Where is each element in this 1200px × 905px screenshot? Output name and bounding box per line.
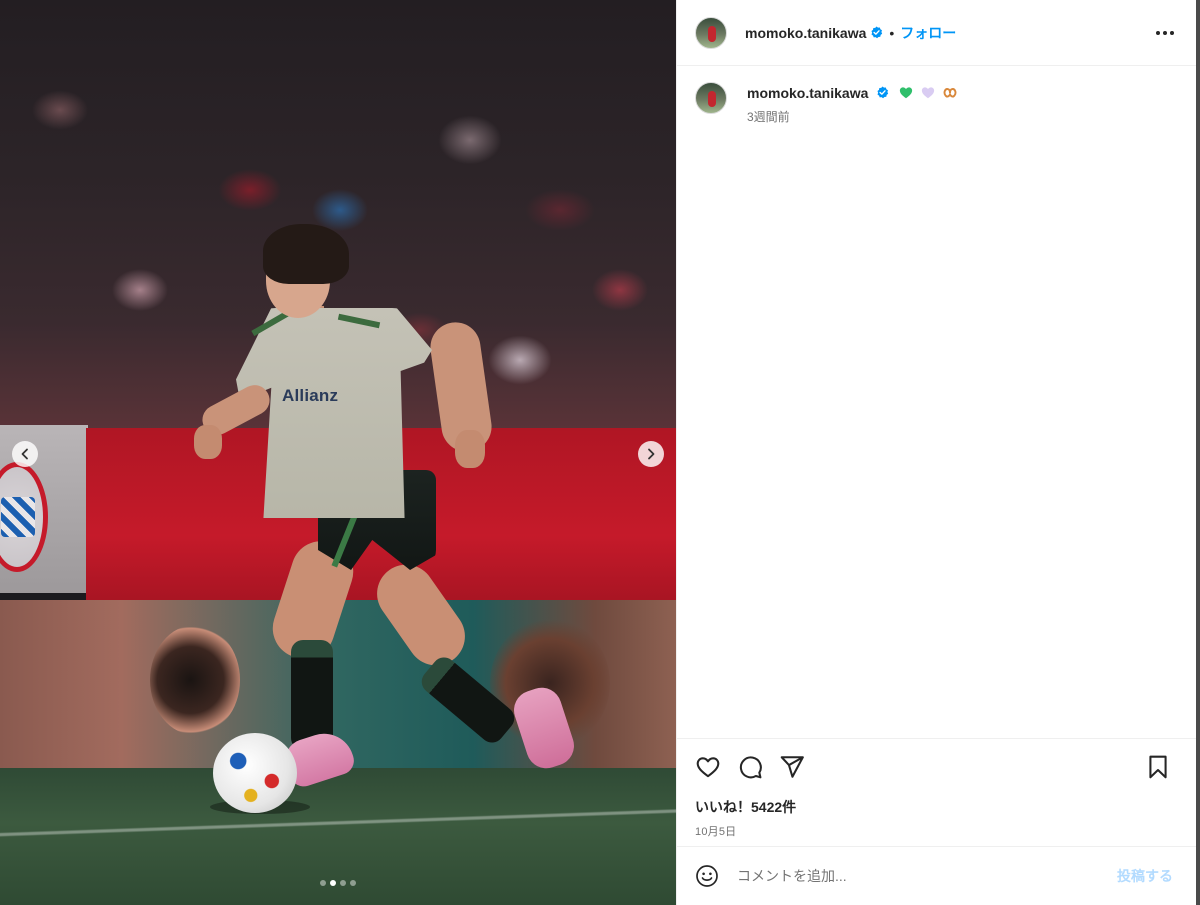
bookmark-icon	[1149, 755, 1167, 779]
carousel-next-button[interactable]	[638, 441, 664, 467]
emoji-icon[interactable]	[695, 864, 719, 888]
verified-badge-icon	[877, 86, 889, 99]
window-frame	[1196, 0, 1200, 905]
like-button[interactable]	[695, 754, 721, 780]
comment-input[interactable]	[737, 868, 1117, 884]
chevron-left-icon	[21, 448, 28, 460]
post-header: momoko.tanikawa • フォロー	[677, 0, 1196, 66]
verified-badge-icon	[871, 26, 883, 39]
save-button[interactable]	[1145, 754, 1171, 780]
comment-bar: 投稿する	[677, 846, 1197, 905]
avatar[interactable]	[695, 16, 727, 49]
player-jersey	[236, 308, 432, 518]
post-actions: いいね！5422件 10月5日	[677, 738, 1197, 846]
player-sock	[416, 652, 520, 748]
likes-count[interactable]: いいね！5422件	[695, 797, 1179, 817]
avatar[interactable]	[695, 82, 727, 114]
player-figure: Allianz	[0, 0, 676, 905]
share-icon	[780, 756, 804, 778]
carousel-dot	[320, 880, 326, 886]
share-button[interactable]	[779, 754, 805, 780]
caption-area: momoko.tanikawa 3週間前	[677, 66, 1196, 738]
username-link[interactable]: momoko.tanikawa	[745, 25, 866, 41]
post-media[interactable]: Allianz	[0, 0, 676, 905]
post-time-ago: 3週間前	[747, 110, 790, 124]
header-separator: •	[889, 24, 895, 41]
post-comment-button[interactable]: 投稿する	[1117, 866, 1173, 886]
player-hand	[194, 425, 222, 459]
comment-icon	[739, 756, 762, 779]
carousel-prev-button[interactable]	[12, 441, 38, 467]
carousel-dot	[340, 880, 346, 886]
light-purple-heart-icon	[921, 87, 935, 99]
carousel-dot	[330, 880, 336, 886]
player-boot	[508, 682, 580, 774]
chevron-right-icon	[648, 448, 655, 460]
soccer-ball	[213, 733, 297, 813]
player-leg	[365, 553, 477, 677]
pretzel-icon	[943, 88, 957, 98]
post-side-panel: momoko.tanikawa • フォロー momoko.tanikawa 3…	[676, 0, 1197, 905]
heart-icon	[696, 757, 720, 778]
comment-button[interactable]	[737, 754, 763, 780]
caption-line: momoko.tanikawa	[747, 84, 957, 102]
player-hand	[455, 430, 485, 468]
player-hair	[263, 224, 349, 284]
carousel-indicator	[320, 880, 356, 886]
jersey-sponsor: Allianz	[282, 386, 339, 405]
more-options-icon[interactable]	[1156, 24, 1176, 42]
carousel-dot	[350, 880, 356, 886]
caption-username-link[interactable]: momoko.tanikawa	[747, 85, 868, 101]
green-heart-icon	[900, 87, 913, 99]
post-date: 10月5日	[695, 826, 737, 838]
follow-button[interactable]: フォロー	[900, 23, 956, 43]
